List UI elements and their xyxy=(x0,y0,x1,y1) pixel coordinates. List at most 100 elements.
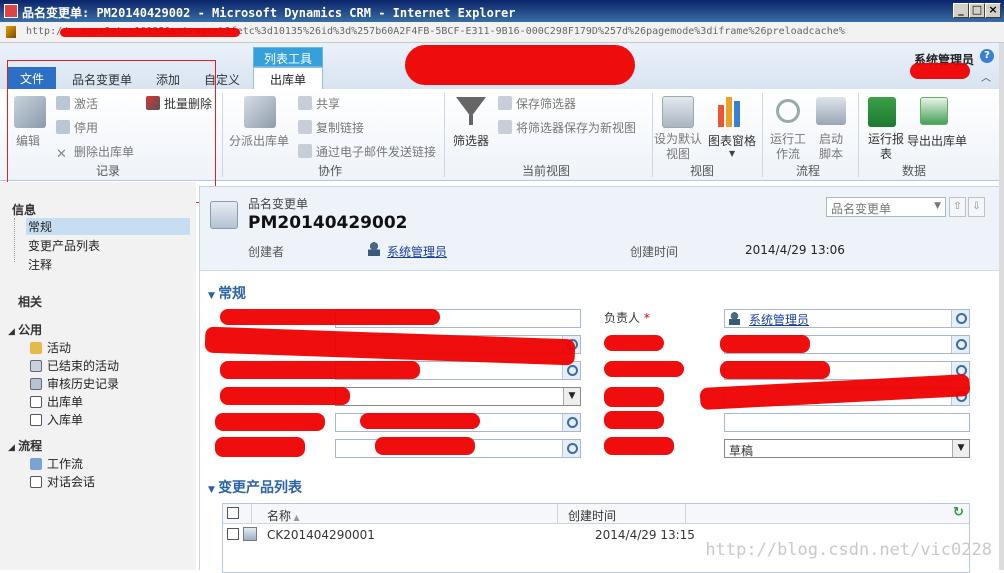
created-by-label: 创建者 xyxy=(248,245,285,259)
nav-group-common-label: 公用 xyxy=(18,323,43,337)
save-filter-button[interactable]: 保存筛选器 xyxy=(498,95,576,112)
run-workflow-button[interactable]: 运行工作流 xyxy=(770,132,806,162)
row-checkbox[interactable] xyxy=(227,528,239,540)
redaction xyxy=(604,335,664,351)
dropdown-arrow-icon: ▼ xyxy=(934,201,941,211)
email-link-button[interactable]: 通过电子邮件发送链接 xyxy=(298,143,436,160)
form-body: ▼ 常规 ▼ 负责人 * 系统管理员 草稿 ▼ ▼ 变更产品列表 名称 ▲ 创建… xyxy=(200,271,1004,573)
chart-pane-icon-bar3 xyxy=(734,101,740,127)
row-name[interactable]: CK201404290001 xyxy=(267,528,375,542)
chart-pane-button[interactable]: 图表窗格 xyxy=(708,132,756,149)
help-icon[interactable]: ? xyxy=(980,49,994,63)
nav-item-dialogs[interactable]: 对话会话 xyxy=(30,473,95,490)
status-field[interactable]: 草稿 ▼ xyxy=(724,439,970,458)
created-by-link[interactable]: 系统管理员 xyxy=(387,243,447,260)
redaction xyxy=(604,437,674,455)
minimize-button[interactable]: _ xyxy=(953,3,969,18)
owner-label-text: 负责人 xyxy=(604,311,641,325)
dropdown-arrow-icon[interactable]: ▼ xyxy=(563,388,580,405)
created-on-label: 创建时间 xyxy=(630,245,679,259)
filter-icon-stem xyxy=(469,115,473,125)
record-title: PM20140429002 xyxy=(248,213,408,233)
nav-item-closed-activities[interactable]: 已结束的活动 xyxy=(30,357,119,374)
field-r5[interactable] xyxy=(724,413,970,432)
share-button[interactable]: 共享 xyxy=(298,95,340,112)
sort-asc-icon: ▲ xyxy=(291,513,300,522)
lookup-icon[interactable] xyxy=(562,440,580,457)
dialog-icon xyxy=(30,476,42,488)
filter-button[interactable]: 筛选器 xyxy=(453,132,489,149)
scrollbar[interactable] xyxy=(999,43,1004,570)
lookup-icon[interactable] xyxy=(562,414,580,431)
form-header: 品名变更单 PM20140429002 创建者 系统管理员 创建时间 2014/… xyxy=(200,187,1004,271)
nav-item-general[interactable]: 常规 xyxy=(26,218,190,235)
tab-outbound[interactable]: 出库单 xyxy=(253,67,323,91)
grid-header: 名称 ▲ 创建时间 ↻ xyxy=(223,504,969,524)
nav-header-related: 相关 xyxy=(18,295,43,309)
workflow-icon xyxy=(30,458,42,470)
start-dialog-button[interactable]: 启动脚本 xyxy=(816,132,846,162)
closed-activity-icon xyxy=(30,360,42,372)
nav-item-notes[interactable]: 注释 xyxy=(28,256,52,273)
form-selector[interactable]: 品名变更单 ▼ xyxy=(826,197,946,217)
left-nav: 信息 常规 变更产品列表 注释 相关 ◢ 公用 活动 已结束的活动 审核历史记录… xyxy=(0,182,196,570)
audit-history-icon xyxy=(30,378,42,390)
separator xyxy=(858,93,859,177)
collapse-ribbon-icon[interactable]: ︿ xyxy=(981,69,991,84)
redaction xyxy=(60,28,240,37)
save-as-new-view-label: 将筛选器保存为新视图 xyxy=(516,121,637,135)
column-divider xyxy=(557,504,558,524)
run-report-icon xyxy=(868,97,896,127)
lookup-icon[interactable] xyxy=(951,336,969,353)
export-icon xyxy=(920,97,948,125)
triangle-down-icon: ◢ xyxy=(8,443,19,453)
nav-item-workflows[interactable]: 工作流 xyxy=(30,455,83,472)
set-default-view-icon xyxy=(662,96,694,128)
entity-name: 品名变更单 xyxy=(248,197,309,211)
owner-link[interactable]: 系统管理员 xyxy=(749,311,809,328)
section-change-list-title[interactable]: ▼ 变更产品列表 xyxy=(208,477,302,497)
redaction xyxy=(215,413,325,431)
close-button[interactable]: × xyxy=(985,3,1001,18)
dropdown-arrow-icon[interactable]: ▼ xyxy=(952,440,969,457)
nav-item-outbound[interactable]: 出库单 xyxy=(30,393,83,410)
owner-field[interactable]: 系统管理员 xyxy=(724,309,970,328)
email-link-label: 通过电子邮件发送链接 xyxy=(316,145,437,159)
redaction xyxy=(215,437,305,457)
section-change-list-label: 变更产品列表 xyxy=(218,480,303,496)
lookup-icon[interactable] xyxy=(951,310,969,327)
column-header-created[interactable]: 创建时间 xyxy=(568,507,616,524)
nav-item-audit[interactable]: 审核历史记录 xyxy=(30,375,119,392)
chart-pane-icon xyxy=(718,105,724,127)
address-bar[interactable]: http:// .aspx?etc=10135&extraqs=%3fetc%3… xyxy=(0,22,1004,43)
group-label-collab: 协作 xyxy=(318,164,343,178)
column-divider xyxy=(251,504,252,524)
column-header-name[interactable]: 名称 ▲ xyxy=(267,507,300,524)
nav-group-common[interactable]: ◢ 公用 xyxy=(8,321,42,338)
set-default-view-button[interactable]: 设为默认视图 xyxy=(654,132,702,162)
nav-item-closed-activities-label: 已结束的活动 xyxy=(47,359,120,373)
section-general-title[interactable]: ▼ 常规 xyxy=(208,283,246,303)
nav-group-process[interactable]: ◢ 流程 xyxy=(8,437,42,454)
export-button[interactable]: 导出出库单 xyxy=(907,132,967,149)
redaction xyxy=(220,387,350,405)
field-4[interactable]: ▼ xyxy=(335,387,581,406)
assign-button[interactable]: 分派出库单 xyxy=(229,132,289,149)
copy-link-button[interactable]: 复制链接 xyxy=(298,119,364,136)
nav-item-change-list[interactable]: 变更产品列表 xyxy=(28,237,100,254)
redaction xyxy=(720,335,810,353)
refresh-icon[interactable]: ↻ xyxy=(953,505,964,520)
nav-item-inbound-label: 入库单 xyxy=(47,413,84,427)
nav-item-inbound[interactable]: 入库单 xyxy=(30,411,83,428)
nav-item-outbound-label: 出库单 xyxy=(47,395,84,409)
context-group-list-tools: 列表工具 xyxy=(253,47,323,67)
save-as-new-view-button[interactable]: 将筛选器保存为新视图 xyxy=(498,119,636,136)
select-all-checkbox[interactable] xyxy=(227,507,239,519)
separator xyxy=(444,93,445,177)
run-report-button[interactable]: 运行报表 xyxy=(868,132,904,162)
owner-label: 负责人 * xyxy=(604,311,650,325)
next-record-icon[interactable]: ⇩ xyxy=(968,197,985,217)
maximize-button[interactable]: □ xyxy=(969,3,985,18)
previous-record-icon[interactable]: ⇧ xyxy=(949,197,966,217)
nav-item-activities[interactable]: 活动 xyxy=(30,339,71,356)
